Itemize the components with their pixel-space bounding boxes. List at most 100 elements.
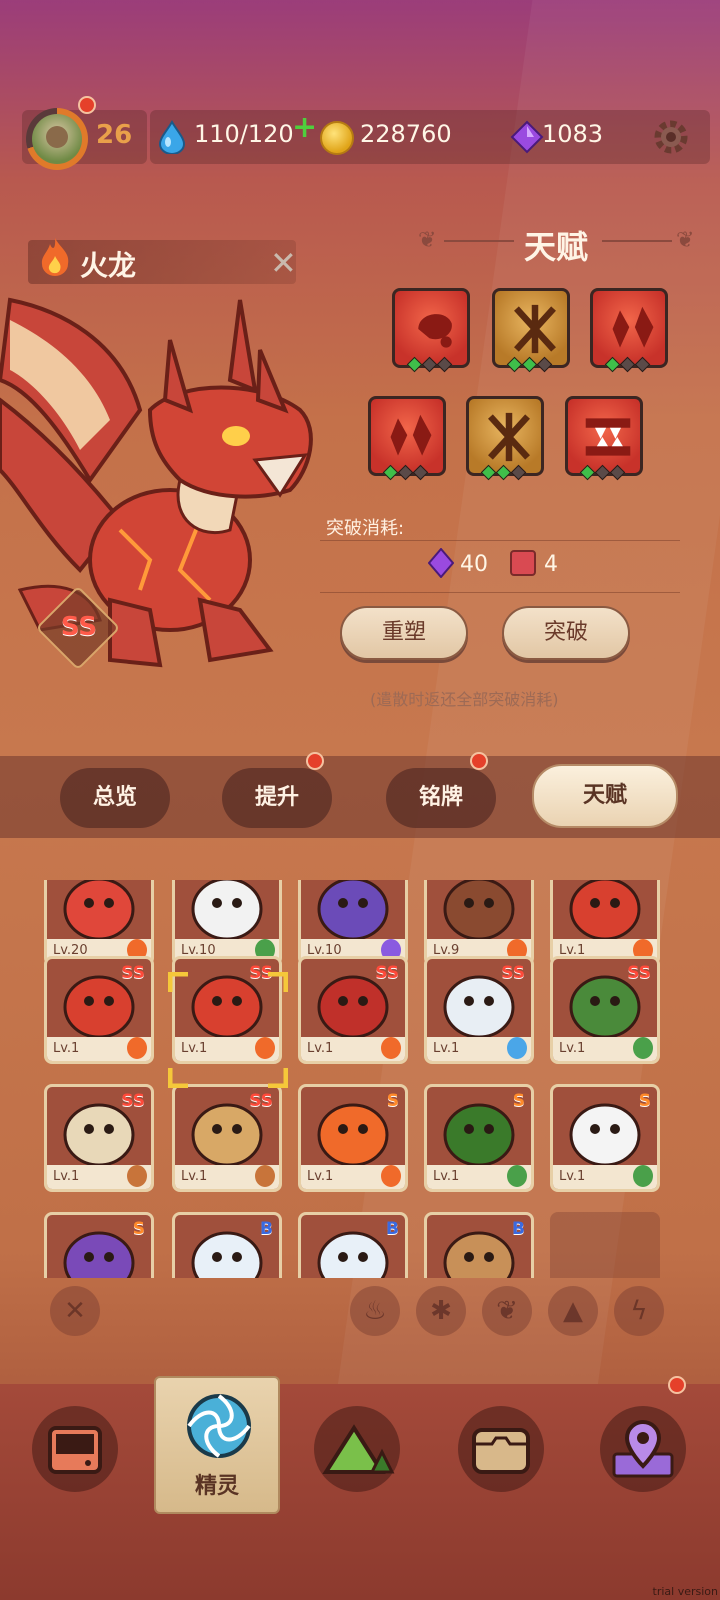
nav-location[interactable] [600,1406,686,1492]
fire-filter-icon[interactable]: ♨ [350,1286,400,1336]
bolt-filter-icon[interactable]: ϟ [614,1286,664,1336]
flame-shards-icon [390,414,432,456]
level-diamond [421,356,438,373]
tab-upgrade[interactable]: 提升 [222,768,332,828]
pet-grade: B [386,1219,399,1239]
mountain-icon [322,1424,395,1474]
level-diamond [480,464,497,481]
breakthrough-button[interactable]: 突破 [502,606,630,660]
fire-element-icon [127,1037,147,1059]
level-diamond [609,464,626,481]
cost-gems: 40 [460,552,488,577]
earth-element-icon [255,1165,275,1187]
chest-icon [472,1428,530,1474]
top-resource-bar: 26 110/120 + 228760 1083 [0,96,720,170]
pet-card[interactable]: Lv.10 [298,880,408,966]
pet-card[interactable]: S [44,1212,154,1278]
player-avatar[interactable] [26,108,88,170]
earth-filter-icon[interactable]: ▲ [548,1286,598,1336]
fire-element-icon [41,238,69,276]
pet-card[interactable]: B [298,1212,408,1278]
reshape-button[interactable]: 重塑 [340,606,468,660]
frost-filter-icon[interactable]: ✱ [416,1286,466,1336]
ornament-right-icon: ❦ [676,228,695,253]
talent-level-diamonds [579,464,632,481]
close-icon[interactable]: ✕ [270,244,297,282]
avatar-notification-dot [78,96,96,114]
level-diamond [397,464,414,481]
pet-card[interactable]: S Lv.1 [424,1084,534,1192]
empty-pet-slot [550,1212,660,1278]
gem-value: 1083 [542,120,604,148]
talent-slot[interactable] [466,396,544,481]
element-filter-row: ✕ ♨ ✱ ❦ ▲ ϟ [0,1286,720,1344]
level-diamond [406,356,423,373]
level-diamond [536,356,553,373]
level-diamond [510,464,527,481]
leaf-element-icon [633,1037,653,1059]
stamina-value: 110/120 [194,120,294,148]
pet-card[interactable]: S Lv.1 [550,1084,660,1192]
location-pin-icon [612,1419,674,1478]
level-diamond [619,356,636,373]
coin-value: 228760 [360,120,452,148]
pet-portrait [191,880,263,939]
leaf-filter-icon[interactable]: ❦ [482,1286,532,1336]
pet-card[interactable]: SS Lv.1 [424,956,534,1064]
player-level: 26 [96,120,133,150]
level-diamond [382,464,399,481]
pet-card[interactable]: SS Lv.1 [298,956,408,1064]
pet-grade: SS [121,963,145,983]
pet-grade: SS [375,963,399,983]
detail-tab-bar: 总览 提升 铭牌 天赋 [0,752,720,838]
pet-card[interactable]: SS Lv.1 [44,956,154,1064]
pet-grade: SS [249,1091,273,1111]
gear-icon[interactable] [650,116,692,158]
fire-element-icon [381,1165,401,1187]
talent-slot[interactable] [392,288,470,373]
talent-level-diamonds [480,464,533,481]
purple-gem-icon [510,120,544,154]
pet-card[interactable]: SS Lv.1 [172,1084,282,1192]
tab-nameplate[interactable]: 铭牌 [386,768,496,828]
talent-level-diamonds [382,464,435,481]
level-diamond [521,356,538,373]
talent-level-diamonds [506,356,559,373]
level-diamond [506,356,523,373]
talent-slot[interactable] [492,288,570,373]
pet-card[interactable]: SS Lv.1 [44,1084,154,1192]
pet-collection-grid[interactable]: Lv.20 Lv.10 Lv.10 Lv.9 Lv.1 SS Lv.1 SS Lv.1 SS Lv.… [0,880,720,1278]
level-diamond [604,356,621,373]
pet-grade: SS [501,963,525,983]
pet-card[interactable]: Lv.9 [424,880,534,966]
tab-talent[interactable]: 天赋 [532,764,678,828]
pet-card[interactable]: Lv.1 [550,880,660,966]
nav-battle[interactable] [32,1406,118,1492]
talent-slot[interactable] [590,288,668,373]
add-stamina-button[interactable]: + [292,110,317,145]
tab-overview[interactable]: 总览 [60,768,170,828]
cross-slash-icon [514,304,556,354]
pet-grade: B [260,1219,273,1239]
pet-card[interactable]: Lv.20 [44,880,154,966]
pet-grade: S [512,1091,525,1111]
upgrade-notification-dot [306,752,324,770]
level-diamond [594,464,611,481]
leaf-element-icon [507,1165,527,1187]
pet-card[interactable]: S Lv.1 [298,1084,408,1192]
nav-chest[interactable] [458,1406,544,1492]
pet-card[interactable]: SS Lv.1 [550,956,660,1064]
talent-slot[interactable] [565,396,643,481]
watermark: trial version [652,1585,718,1598]
frost-element-icon [507,1037,527,1059]
pet-card[interactable]: Lv.10 [172,880,282,966]
pet-card[interactable]: B [172,1212,282,1278]
talent-slot[interactable] [368,396,446,481]
pet-card[interactable]: B [424,1212,534,1278]
nav-map[interactable] [314,1406,400,1492]
location-notification-dot [668,1376,686,1394]
clear-filter-icon[interactable]: ✕ [50,1286,100,1336]
rank-label: SS [60,612,98,642]
pet-portrait [317,880,389,939]
level-diamond [634,356,651,373]
